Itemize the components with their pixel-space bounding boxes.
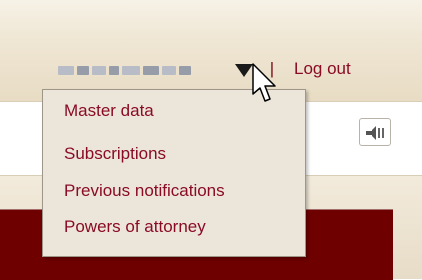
redacted-block	[162, 65, 176, 75]
user-name-redacted[interactable]	[58, 64, 228, 76]
menu-item-previous-notifications[interactable]: Previous notifications	[64, 179, 225, 203]
logout-link[interactable]: Log out	[294, 58, 351, 80]
redacted-block	[77, 65, 89, 75]
menu-item-subscriptions[interactable]: Subscriptions	[64, 142, 166, 166]
redacted-block	[109, 65, 119, 75]
redacted-block	[92, 65, 106, 75]
mouse-cursor-icon	[252, 63, 276, 102]
redacted-block	[179, 65, 191, 75]
menu-item-master-data[interactable]: Master data	[64, 99, 154, 123]
menu-item-powers-of-attorney[interactable]: Powers of attorney	[64, 215, 206, 239]
redacted-block	[143, 65, 159, 75]
header-bar	[0, 0, 422, 102]
audio-button[interactable]	[359, 118, 391, 146]
speaker-icon	[366, 126, 384, 140]
user-dropdown-menu: Master data Subscriptions Previous notif…	[42, 89, 306, 257]
redacted-block	[58, 65, 74, 75]
redacted-block	[122, 65, 140, 75]
